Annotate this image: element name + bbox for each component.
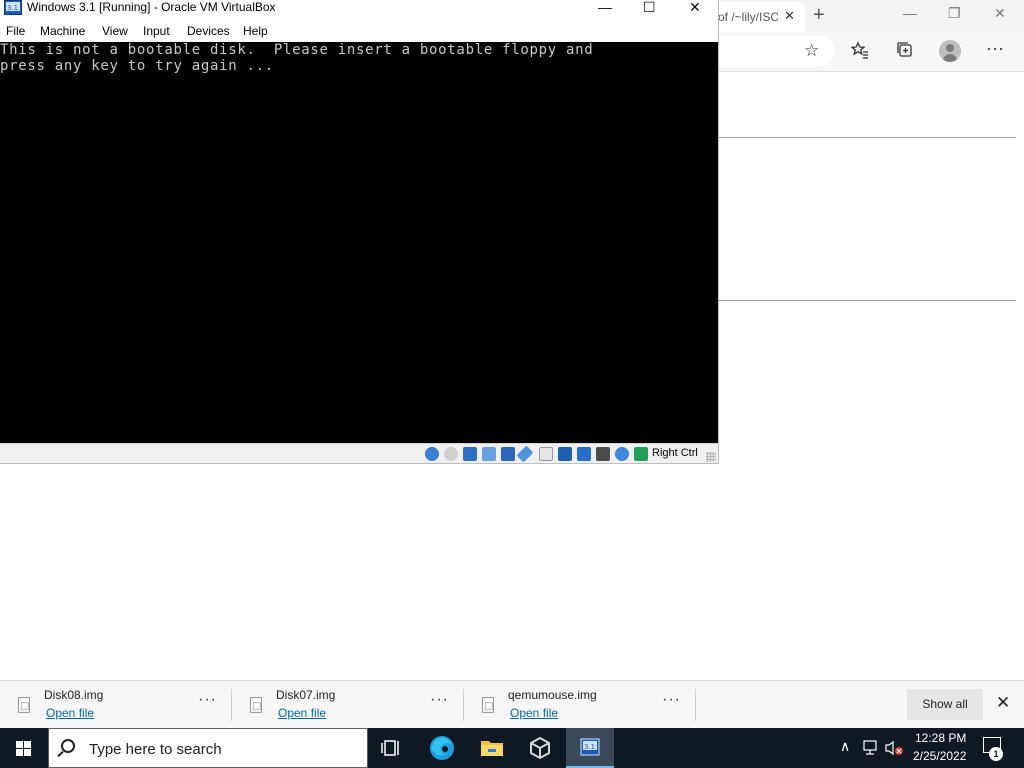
notification-count-badge: 1 xyxy=(989,747,1003,761)
clock-time[interactable]: 12:28 PM xyxy=(915,731,966,745)
desktop: of /~lily/ISO ✕ + — ❐ ✕ ☆ ··· Disk08.img… xyxy=(0,0,1024,768)
audio-icon[interactable] xyxy=(482,447,496,461)
resize-grip-icon[interactable] xyxy=(706,452,716,462)
download-more-icon[interactable]: ··· xyxy=(198,691,217,709)
new-tab-icon[interactable]: + xyxy=(813,4,825,27)
download-item[interactable]: qemumouse.img Open file ··· xyxy=(464,681,696,729)
optical-drive-icon[interactable] xyxy=(444,447,458,461)
file-explorer-icon[interactable] xyxy=(468,728,516,768)
virtualization-icon[interactable] xyxy=(596,447,610,461)
vbox-menubar: File Machine View Input Devices Help xyxy=(0,21,718,41)
profile-icon[interactable] xyxy=(939,40,961,62)
menu-devices[interactable]: Devices xyxy=(187,24,230,38)
downloads-bar: Disk08.img Open file ··· Disk07.img Open… xyxy=(0,680,1024,728)
favorites-icon[interactable] xyxy=(850,41,869,64)
display-icon[interactable] xyxy=(558,447,572,461)
windows31-vm-icon[interactable]: 3.1 xyxy=(566,728,614,768)
menu-view[interactable]: View xyxy=(102,24,128,38)
taskbar: Type here to search 3.1 ∧ 12:28 PM 2/25/… xyxy=(0,728,1024,768)
close-downloads-icon[interactable]: ✕ xyxy=(996,693,1010,713)
virtualbox-icon[interactable] xyxy=(516,728,564,768)
windows-logo-icon xyxy=(16,741,23,748)
download-filename: Disk07.img xyxy=(276,688,336,702)
video-capture-icon[interactable] xyxy=(577,447,591,461)
menu-input[interactable]: Input xyxy=(143,24,170,38)
browser-minimize-icon[interactable]: — xyxy=(903,5,917,21)
divider xyxy=(695,689,696,721)
more-icon[interactable]: ··· xyxy=(986,38,1004,59)
mouse-integration-icon[interactable] xyxy=(615,447,629,461)
keyboard-icon[interactable] xyxy=(634,447,648,461)
hard-disk-icon[interactable] xyxy=(425,447,439,461)
download-item[interactable]: Disk08.img Open file ··· xyxy=(0,681,232,729)
download-item[interactable]: Disk07.img Open file ··· xyxy=(232,681,464,729)
vbox-window-title: Windows 3.1 [Running] - Oracle VM Virtua… xyxy=(27,0,276,14)
search-placeholder: Type here to search xyxy=(89,741,222,758)
file-icon xyxy=(18,697,30,713)
clock-date[interactable]: 2/25/2022 xyxy=(913,749,966,763)
volume-muted-icon[interactable] xyxy=(884,740,904,759)
virtualbox-window: 3.1 Windows 3.1 [Running] - Oracle VM Vi… xyxy=(0,0,719,464)
task-view-icon[interactable] xyxy=(368,728,416,768)
vbox-minimize-icon[interactable]: — xyxy=(598,0,612,15)
browser-close-icon[interactable]: ✕ xyxy=(994,5,1006,22)
show-all-button[interactable]: Show all xyxy=(907,689,983,720)
file-icon xyxy=(250,697,262,713)
edge-icon[interactable] xyxy=(418,728,466,768)
vbox-app-icon: 3.1 xyxy=(4,0,22,15)
console-line: This is not a bootable disk. Please inse… xyxy=(0,42,594,58)
collections-icon[interactable] xyxy=(896,41,914,64)
network-icon[interactable] xyxy=(501,447,515,461)
tab-close-icon[interactable]: ✕ xyxy=(784,8,795,24)
floppy-icon[interactable] xyxy=(463,447,477,461)
menu-file[interactable]: File xyxy=(6,24,25,38)
console-line: press any key to try again ... xyxy=(0,58,274,74)
search-icon xyxy=(61,739,75,753)
page-divider xyxy=(719,137,1016,138)
svg-text:3.1: 3.1 xyxy=(7,4,18,12)
vm-console-screen[interactable]: This is not a bootable disk. Please inse… xyxy=(0,42,718,443)
menu-help[interactable]: Help xyxy=(243,24,268,38)
shared-folders-icon[interactable] xyxy=(539,447,553,461)
open-file-link[interactable]: Open file xyxy=(278,706,326,720)
download-more-icon[interactable]: ··· xyxy=(430,691,449,709)
vbox-maximize-icon[interactable]: ☐ xyxy=(643,0,656,16)
browser-tab-title: of /~lily/ISO xyxy=(718,10,778,24)
download-more-icon[interactable]: ··· xyxy=(662,691,681,709)
menu-machine[interactable]: Machine xyxy=(40,24,85,38)
file-icon xyxy=(482,697,494,713)
usb-icon[interactable] xyxy=(516,445,534,463)
favorite-star-icon[interactable]: ☆ xyxy=(804,41,819,61)
taskbar-search-box[interactable]: Type here to search xyxy=(48,728,368,768)
download-filename: qemumouse.img xyxy=(508,688,597,702)
host-key-label: Right Ctrl xyxy=(652,447,698,459)
svg-text:3.1: 3.1 xyxy=(584,743,595,751)
open-file-link[interactable]: Open file xyxy=(510,706,558,720)
network-status-icon[interactable] xyxy=(862,740,880,759)
vbox-statusbar: Right Ctrl xyxy=(0,443,718,463)
page-divider xyxy=(719,300,1016,301)
browser-maximize-icon[interactable]: ❐ xyxy=(948,5,961,22)
vbox-close-icon[interactable]: ✕ xyxy=(689,0,701,16)
download-filename: Disk08.img xyxy=(44,688,104,702)
open-file-link[interactable]: Open file xyxy=(46,706,94,720)
start-button[interactable] xyxy=(0,728,48,768)
chevron-up-icon[interactable]: ∧ xyxy=(840,738,850,755)
vbox-titlebar[interactable]: 3.1 Windows 3.1 [Running] - Oracle VM Vi… xyxy=(0,0,718,20)
